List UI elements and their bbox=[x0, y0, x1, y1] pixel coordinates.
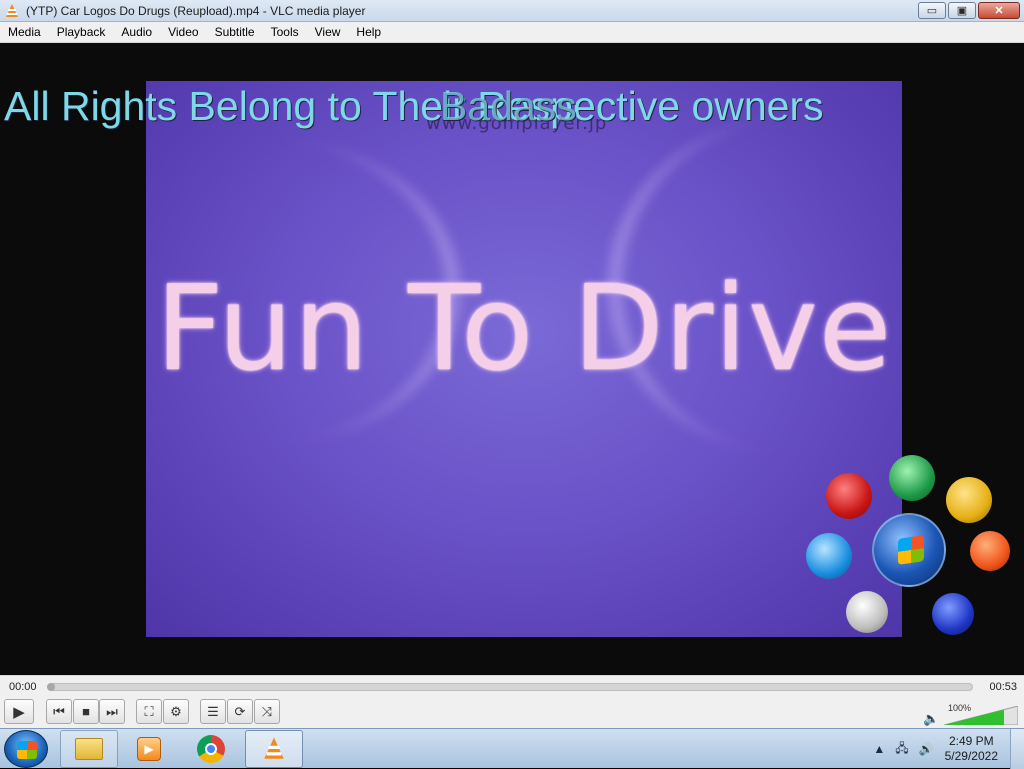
yellow-orb-icon bbox=[946, 477, 992, 523]
seek-bar[interactable] bbox=[47, 683, 973, 691]
menu-playback[interactable]: Playback bbox=[49, 22, 114, 43]
minimize-button[interactable]: ▭ bbox=[918, 2, 946, 19]
playlist-button[interactable]: ☰ bbox=[200, 699, 226, 724]
taskbar: ▶ ▲ 🖧 🔊 2:49 PM 5/29/2022 bbox=[0, 728, 1024, 769]
menu-audio[interactable]: Audio bbox=[113, 22, 160, 43]
video-overlay-text: All Rights Belong to Their Respective ow… bbox=[4, 83, 824, 129]
menu-media[interactable]: Media bbox=[0, 22, 49, 43]
video-main-text: Fun To Drive bbox=[155, 259, 893, 397]
clock[interactable]: 2:49 PM 5/29/2022 bbox=[945, 734, 998, 764]
start-button[interactable] bbox=[4, 730, 48, 768]
menu-tools[interactable]: Tools bbox=[263, 22, 307, 43]
menu-view[interactable]: View bbox=[307, 22, 349, 43]
silver-orb-icon bbox=[846, 591, 888, 633]
windows-orb-icon bbox=[872, 513, 946, 587]
show-hidden-icons[interactable]: ▲ bbox=[873, 742, 885, 756]
clock-time: 2:49 PM bbox=[948, 734, 994, 748]
previous-button[interactable]: ⏮ bbox=[46, 699, 72, 724]
vlc-icon bbox=[6, 3, 18, 17]
blue-orb-icon bbox=[806, 533, 852, 579]
volume-percent: 100% bbox=[948, 703, 972, 713]
loop-button[interactable]: ⟳ bbox=[227, 699, 253, 724]
taskbar-explorer[interactable] bbox=[60, 730, 118, 768]
next-button[interactable]: ⏭ bbox=[99, 699, 125, 724]
chrome-icon bbox=[197, 735, 225, 763]
video-frame: www.gomplayer.jp Fun To Drive bbox=[146, 81, 902, 637]
player-controls: 00:00 00:53 ▶ ⏮ ■ ⏭ ⛶ ⚙ ☰ ⟳ ⤨ 🔈 100% bbox=[0, 675, 1024, 728]
menu-subtitle[interactable]: Subtitle bbox=[207, 22, 263, 43]
play-button[interactable]: ▶ bbox=[4, 699, 34, 724]
title-bar: (YTP) Car Logos Do Drugs (Reupload).mp4 … bbox=[0, 0, 1024, 22]
menu-help[interactable]: Help bbox=[348, 22, 389, 43]
video-area[interactable]: www.gomplayer.jp Fun To Drive All Rights… bbox=[0, 43, 1024, 675]
system-tray: ▲ 🖧 🔊 2:49 PM 5/29/2022 bbox=[868, 729, 1024, 769]
folder-icon bbox=[75, 738, 103, 760]
taskbar-media-player[interactable]: ▶ bbox=[120, 730, 178, 768]
window-title: (YTP) Car Logos Do Drugs (Reupload).mp4 … bbox=[26, 3, 366, 18]
show-desktop-button[interactable] bbox=[1010, 729, 1024, 769]
green-orb-icon bbox=[889, 455, 935, 501]
stop-button[interactable]: ■ bbox=[73, 699, 99, 724]
volume-tray-icon[interactable]: 🔊 bbox=[919, 742, 934, 756]
network-icon[interactable]: 🖧 bbox=[895, 739, 908, 760]
navy-orb-icon bbox=[932, 593, 974, 635]
media-player-icon: ▶ bbox=[137, 737, 161, 761]
vlc-cone-icon bbox=[264, 737, 284, 759]
red-orb-icon bbox=[826, 473, 872, 519]
clock-date: 5/29/2022 bbox=[944, 749, 998, 763]
maximize-button[interactable]: ▣ bbox=[948, 2, 976, 19]
elapsed-time: 00:00 bbox=[9, 681, 37, 693]
menu-bar: Media Playback Audio Video Subtitle Tool… bbox=[0, 22, 1024, 43]
orange-orb-icon bbox=[970, 531, 1010, 571]
taskbar-chrome[interactable] bbox=[182, 730, 240, 768]
menu-video[interactable]: Video bbox=[160, 22, 206, 43]
shuffle-button[interactable]: ⤨ bbox=[254, 699, 280, 724]
video-overlay-ghost-text: Badass bbox=[440, 83, 577, 129]
windows-icon bbox=[17, 741, 37, 759]
extended-settings-button[interactable]: ⚙ bbox=[163, 699, 189, 724]
seek-handle[interactable] bbox=[47, 683, 55, 691]
total-time: 00:53 bbox=[989, 681, 1017, 693]
taskbar-vlc[interactable] bbox=[245, 730, 303, 768]
fullscreen-button[interactable]: ⛶ bbox=[136, 699, 162, 724]
close-button[interactable]: ✕ bbox=[978, 2, 1020, 19]
speaker-icon[interactable]: 🔈 bbox=[923, 711, 939, 727]
